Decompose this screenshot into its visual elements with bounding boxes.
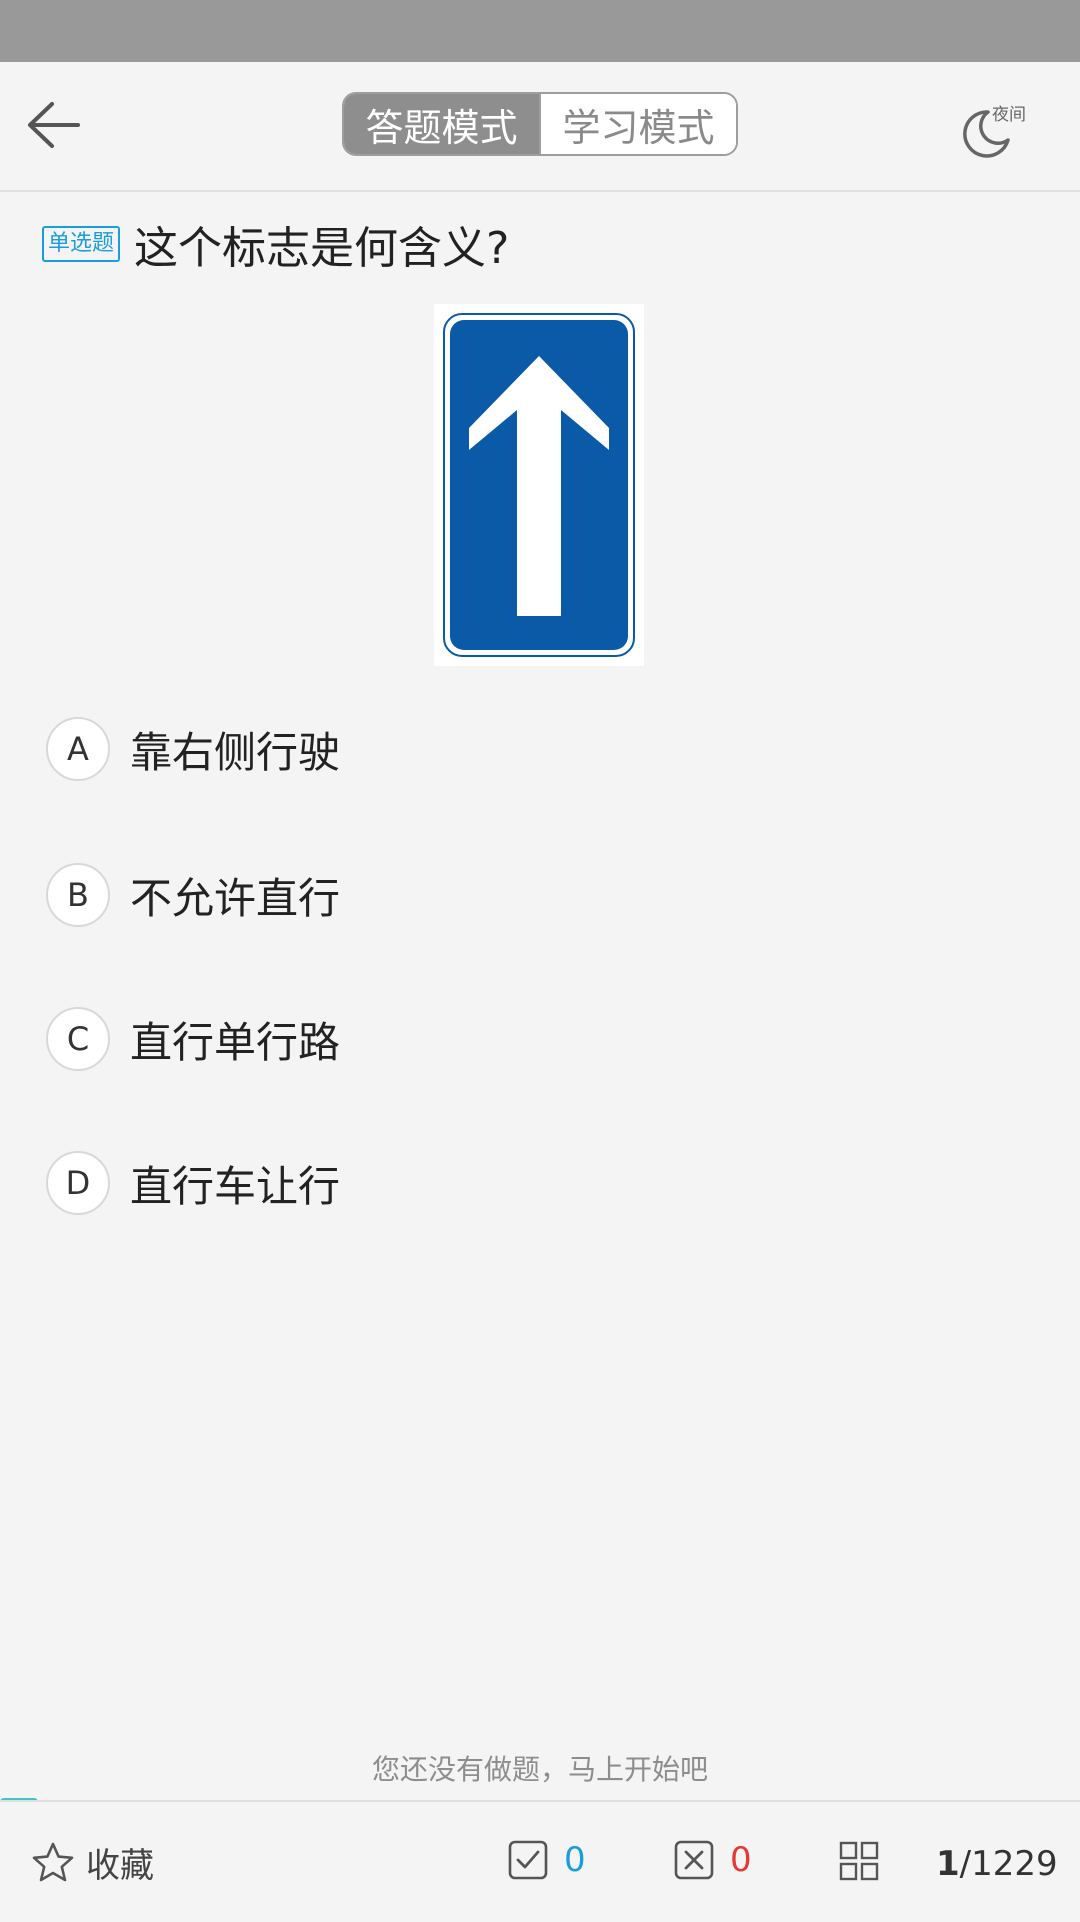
option-text: 直行单行路 bbox=[130, 1017, 341, 1067]
option-c[interactable]: C 直行单行路 bbox=[46, 1004, 646, 1074]
option-text: 直行车让行 bbox=[130, 1161, 341, 1211]
star-icon bbox=[32, 1842, 74, 1881]
grid-icon bbox=[839, 1841, 879, 1881]
total-question-count: /1229 bbox=[959, 1844, 1058, 1884]
x-box-icon bbox=[674, 1840, 714, 1880]
question-pager: 1/1229 bbox=[936, 1844, 1058, 1884]
option-d[interactable]: D 直行车让行 bbox=[46, 1148, 646, 1218]
status-bar bbox=[0, 0, 1080, 62]
bottom-bar: 收藏 0 0 1/1229 bbox=[0, 1800, 1080, 1922]
back-button[interactable] bbox=[22, 90, 92, 160]
tab-answer-mode[interactable]: 答题模式 bbox=[344, 94, 539, 154]
top-bar: 答题模式 学习模式 夜间 bbox=[0, 62, 1080, 192]
option-letter: A bbox=[46, 717, 110, 781]
option-a[interactable]: A 靠右侧行驶 bbox=[46, 714, 646, 784]
option-b[interactable]: B 不允许直行 bbox=[46, 860, 646, 930]
option-letter: D bbox=[46, 1151, 110, 1215]
correct-count-value: 0 bbox=[564, 1840, 586, 1880]
night-mode-label: 夜间 bbox=[992, 105, 1026, 125]
option-text: 靠右侧行驶 bbox=[130, 727, 341, 777]
question-grid-button[interactable] bbox=[838, 1840, 880, 1886]
question-type-badge: 单选题 bbox=[42, 226, 121, 262]
tab-study-mode[interactable]: 学习模式 bbox=[539, 94, 736, 154]
check-box-icon bbox=[508, 1840, 548, 1880]
wrong-count: 0 bbox=[674, 1840, 752, 1880]
option-letter: B bbox=[46, 863, 110, 927]
option-letter: C bbox=[46, 1007, 110, 1071]
wrong-count-value: 0 bbox=[730, 1840, 752, 1880]
correct-count: 0 bbox=[508, 1840, 586, 1880]
favorite-label: 收藏 bbox=[86, 1846, 154, 1886]
night-mode-button[interactable]: 夜间 bbox=[956, 96, 1036, 160]
traffic-sign-image bbox=[434, 304, 644, 666]
empty-progress-hint: 您还没有做题，马上开始吧 bbox=[371, 1753, 708, 1786]
current-question-number: 1 bbox=[936, 1844, 960, 1884]
question-text: 这个标志是何含义? bbox=[134, 223, 510, 274]
back-arrow-icon bbox=[28, 102, 80, 148]
favorite-button[interactable]: 收藏 bbox=[30, 1838, 154, 1887]
mode-toggle: 答题模式 学习模式 bbox=[342, 92, 738, 156]
one-way-straight-sign-icon bbox=[434, 304, 644, 666]
question: 单选题 这个标志是何含义? bbox=[42, 214, 1042, 274]
option-text: 不允许直行 bbox=[130, 873, 341, 923]
